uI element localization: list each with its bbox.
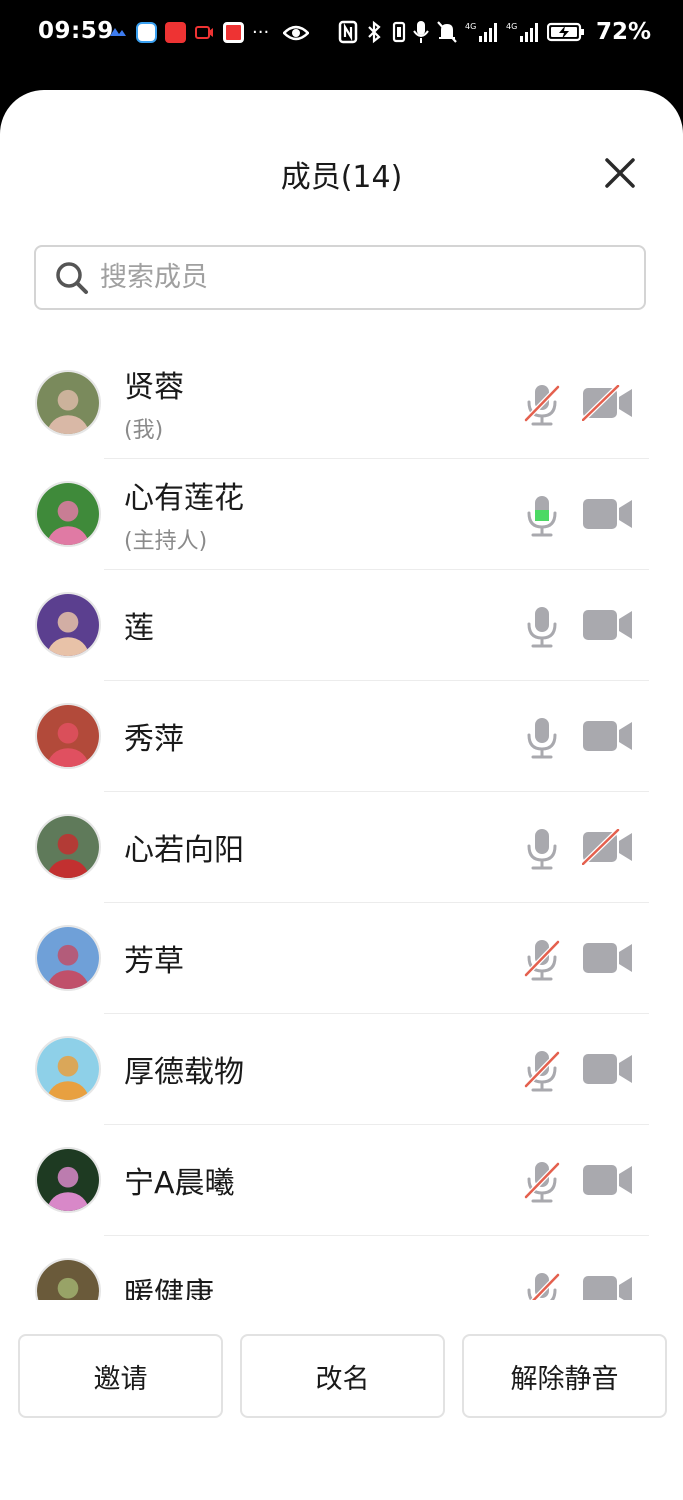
member-row[interactable]: 暖健康 (0, 1236, 683, 1300)
bottom-action-bar: 邀请 改名 解除静音 (0, 1300, 683, 1500)
red-app-icon (165, 22, 186, 43)
bluetooth-icon (368, 20, 381, 44)
avatar[interactable] (35, 703, 101, 769)
signal-4g-1-icon: 4G (465, 22, 497, 42)
avatar-image (37, 1038, 99, 1100)
avatar-image (37, 483, 99, 545)
member-name: 心有莲花 (124, 481, 244, 516)
avatar[interactable] (35, 925, 101, 991)
member-role: (主持人) (124, 529, 208, 554)
member-name: 莲 (124, 611, 154, 646)
rename-button[interactable]: 改名 (240, 1334, 445, 1418)
member-name: 贤蓉 (124, 370, 184, 405)
eye-icon (283, 25, 309, 41)
camera-icon[interactable] (582, 1273, 634, 1300)
member-row[interactable]: 芳草 (0, 903, 683, 1014)
status-bar: 09:59 ··· 4G 4G 72% (0, 0, 683, 70)
camera-icon[interactable] (582, 1162, 634, 1198)
app-notification-icon (110, 28, 126, 36)
avatar[interactable] (35, 481, 101, 547)
mic-muted-icon[interactable] (522, 1159, 562, 1203)
red-square-app-icon (223, 22, 244, 43)
member-name: 暖健康 (124, 1277, 214, 1300)
member-list[interactable]: 贤蓉 (我) 心有莲花 (主持人) 莲 秀萍 心若向阳 芳草 厚德载物 宁A晨曦… (0, 348, 683, 1300)
member-name: 宁A晨曦 (124, 1166, 235, 1201)
more-notifications: ··· (252, 22, 270, 43)
vibrate-icon (392, 21, 406, 43)
member-role: (我) (124, 418, 164, 443)
mic-icon[interactable] (522, 715, 562, 759)
status-time: 09:59 (38, 18, 114, 44)
avatar[interactable] (35, 1147, 101, 1213)
battery-charging-icon (546, 22, 584, 42)
avatar[interactable] (35, 1258, 101, 1300)
status-app-icons: ··· (108, 22, 269, 43)
mic-muted-icon[interactable] (522, 937, 562, 981)
avatar-image (37, 705, 99, 767)
avatar-image (37, 594, 99, 656)
members-sheet: 成员(14) 贤蓉 (我) (0, 90, 683, 1500)
page-title: 成员(14) (280, 160, 403, 195)
member-row[interactable]: 心有莲花 (主持人) (0, 459, 683, 570)
avatar-image (37, 372, 99, 434)
unmute-button[interactable]: 解除静音 (462, 1334, 667, 1418)
member-name: 芳草 (124, 944, 184, 979)
member-row[interactable]: 宁A晨曦 (0, 1125, 683, 1236)
member-name: 心若向阳 (124, 833, 244, 868)
camera-icon[interactable] (582, 496, 634, 532)
bell-muted-icon (437, 21, 457, 43)
avatar-image (37, 816, 99, 878)
avatar[interactable] (35, 1036, 101, 1102)
mic-icon[interactable] (522, 826, 562, 870)
avatar[interactable] (35, 370, 101, 436)
nfc-icon (338, 20, 358, 44)
member-row[interactable]: 秀萍 (0, 681, 683, 792)
mic-muted-icon[interactable] (522, 1270, 562, 1300)
avatar[interactable] (35, 814, 101, 880)
avatar-image (37, 1149, 99, 1211)
member-name: 秀萍 (124, 722, 184, 757)
battery-percent: 72% (595, 19, 651, 45)
search-input[interactable] (98, 261, 602, 294)
search-box[interactable] (34, 245, 646, 310)
camera-icon[interactable] (582, 607, 634, 643)
avatar-image (37, 1260, 99, 1300)
search-icon (56, 261, 88, 294)
invite-button[interactable]: 邀请 (18, 1334, 223, 1418)
chat-app-icon (136, 22, 157, 43)
camera-icon[interactable] (582, 1051, 634, 1087)
member-row[interactable]: 贤蓉 (我) (0, 348, 683, 459)
camera-icon[interactable] (582, 940, 634, 976)
avatar-image (37, 927, 99, 989)
member-row[interactable]: 厚德载物 (0, 1014, 683, 1125)
close-icon[interactable] (603, 156, 637, 190)
member-row[interactable]: 莲 (0, 570, 683, 681)
camera-off-icon[interactable] (582, 829, 634, 865)
svg-text:4G: 4G (465, 22, 476, 31)
recording-icon (195, 26, 213, 39)
mic-status-icon (413, 21, 429, 43)
member-name: 厚德载物 (124, 1055, 244, 1090)
mic-icon[interactable] (522, 493, 562, 537)
svg-text:4G: 4G (506, 22, 517, 31)
mic-muted-icon[interactable] (522, 382, 562, 426)
mic-muted-icon[interactable] (522, 1048, 562, 1092)
camera-icon[interactable] (582, 718, 634, 754)
mic-icon[interactable] (522, 604, 562, 648)
status-indicators: 4G 4G 72% (338, 19, 651, 45)
member-row[interactable]: 心若向阳 (0, 792, 683, 903)
camera-off-icon[interactable] (582, 385, 634, 421)
avatar[interactable] (35, 592, 101, 658)
signal-4g-2-icon: 4G (506, 22, 538, 42)
